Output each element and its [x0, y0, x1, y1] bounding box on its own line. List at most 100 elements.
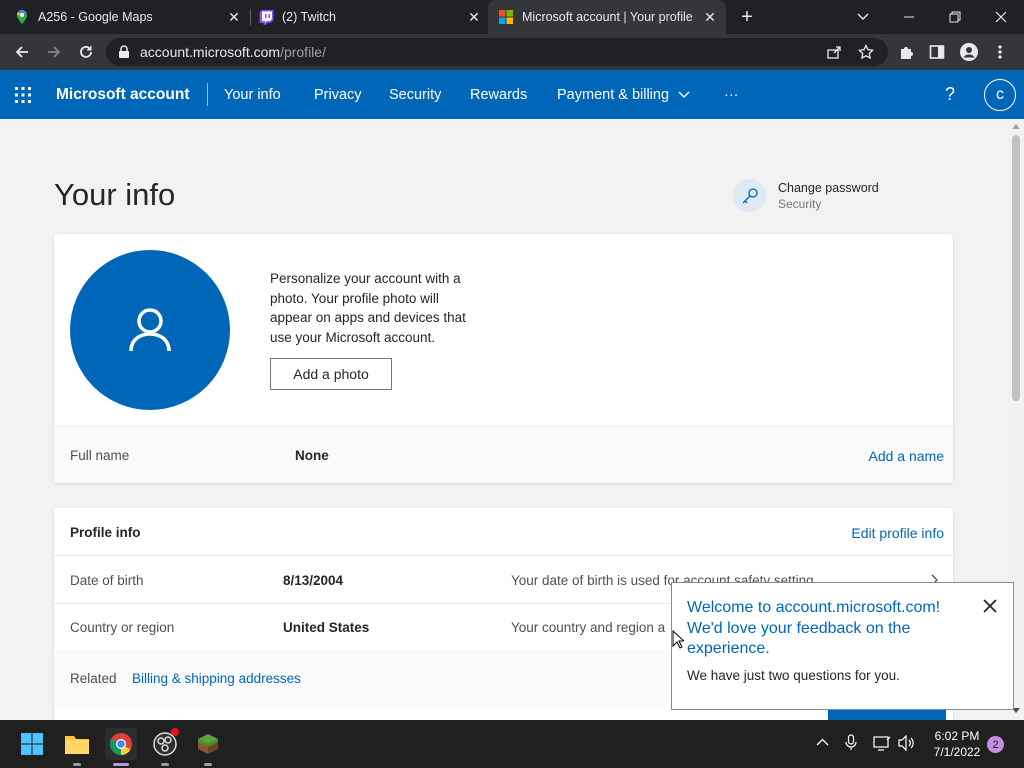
change-password-link[interactable]: Change password Security: [733, 179, 879, 212]
popup-body: We have just two questions for you.: [687, 668, 900, 683]
header-divider: [207, 83, 208, 106]
running-indicator: [161, 763, 169, 766]
minimize-icon: [904, 16, 914, 18]
page-title: Your info: [54, 177, 176, 212]
nav-security[interactable]: Security: [389, 70, 441, 119]
windows-taskbar: 6:02 PM 7/1/2022 2: [0, 720, 1024, 768]
tab-separator: [250, 9, 251, 25]
brand-link[interactable]: Microsoft account: [56, 70, 189, 119]
more-menu-button[interactable]: ···: [724, 70, 739, 119]
obs-taskbar-button[interactable]: [149, 728, 181, 760]
add-photo-button[interactable]: Add a photo: [270, 358, 392, 390]
tab-google-maps[interactable]: A256 - Google Maps ✕: [14, 0, 244, 34]
waffle-icon: [15, 86, 31, 103]
menu-button[interactable]: [986, 38, 1014, 66]
reload-button[interactable]: [72, 38, 100, 66]
share-icon[interactable]: [826, 44, 842, 60]
change-password-title: Change password: [778, 180, 879, 195]
clock[interactable]: 6:02 PM 7/1/2022: [930, 728, 984, 760]
clock-date: 7/1/2022: [933, 745, 981, 759]
file-explorer-button[interactable]: [61, 728, 93, 760]
full-name-value: None: [295, 448, 329, 463]
browser-toolbar: account.microsoft.com/profile/: [0, 34, 1024, 70]
related-label: Related: [70, 671, 117, 686]
photo-description: Personalize your account with a photo. Y…: [270, 271, 466, 345]
edit-profile-info-link[interactable]: Edit profile info: [851, 525, 944, 541]
profile-button[interactable]: [955, 38, 983, 66]
kebab-menu-icon: [998, 45, 1002, 59]
volume-icon[interactable]: [898, 735, 916, 751]
browser-tab-strip: A256 - Google Maps ✕ (2) Twitch ✕ Micros…: [0, 0, 1024, 34]
running-indicator: [73, 763, 81, 766]
tab-title: A256 - Google Maps: [38, 10, 153, 24]
extensions-button[interactable]: [892, 38, 920, 66]
side-panel-button[interactable]: [923, 38, 951, 66]
add-name-link[interactable]: Add a name: [869, 448, 945, 464]
side-panel-icon: [929, 45, 945, 59]
microphone-icon[interactable]: [845, 734, 857, 751]
minecraft-taskbar-button[interactable]: [192, 728, 224, 760]
back-button[interactable]: [8, 38, 36, 66]
scroll-up-icon[interactable]: [1012, 123, 1020, 129]
restore-icon: [949, 11, 961, 23]
reload-icon: [80, 46, 92, 58]
close-tab-icon[interactable]: ✕: [700, 9, 720, 26]
plus-icon: +: [741, 5, 753, 28]
twitch-icon: [259, 10, 274, 25]
restore-button[interactable]: [932, 0, 978, 34]
chrome-taskbar-button[interactable]: [105, 728, 137, 760]
nav-your-info[interactable]: Your info: [224, 70, 281, 119]
url-host: account.microsoft.com: [140, 44, 281, 60]
microsoft-account-header: Microsoft account Your info Privacy Secu…: [0, 70, 1024, 119]
close-icon: [995, 11, 1007, 23]
minecraft-grass-block-icon: [198, 734, 218, 754]
windows-logo-icon: [21, 733, 43, 755]
arrow-right-icon: [48, 46, 61, 58]
notification-badge[interactable]: 2: [987, 736, 1004, 753]
mouse-cursor-icon: [672, 630, 684, 649]
tab-twitch[interactable]: (2) Twitch ✕: [258, 0, 484, 34]
close-tab-icon[interactable]: ✕: [224, 9, 244, 26]
profile-info-title: Profile info: [70, 525, 141, 540]
scrollbar-thumb[interactable]: [1012, 135, 1020, 401]
help-button[interactable]: ?: [945, 70, 955, 119]
close-window-button[interactable]: [978, 0, 1024, 34]
feedback-button[interactable]: [828, 709, 946, 720]
popup-heading: Welcome to account.microsoft.com! We'd l…: [687, 599, 941, 657]
full-name-label: Full name: [70, 448, 130, 463]
url-path: /profile/: [280, 44, 326, 60]
key-icon: [733, 179, 766, 212]
dob-value: 8/13/2004: [283, 573, 344, 588]
google-maps-icon: [17, 10, 27, 24]
app-launcher-button[interactable]: [14, 70, 32, 119]
address-bar[interactable]: account.microsoft.com/profile/: [106, 38, 888, 66]
tab-search-button[interactable]: [840, 0, 886, 34]
close-tab-icon[interactable]: ✕: [464, 9, 484, 26]
nav-payment-billing[interactable]: Payment & billing: [557, 70, 690, 119]
feedback-popup: Welcome to account.microsoft.com! We'd l…: [671, 582, 1014, 710]
nav-rewards[interactable]: Rewards: [470, 70, 527, 119]
person-icon: [129, 308, 171, 352]
new-tab-button[interactable]: +: [726, 0, 768, 34]
bookmark-star-icon[interactable]: [858, 44, 874, 60]
forward-button[interactable]: [40, 38, 68, 66]
close-icon[interactable]: [983, 599, 997, 613]
minimize-button[interactable]: [886, 0, 932, 34]
tab-title: (2) Twitch: [282, 10, 336, 24]
network-icon[interactable]: [873, 735, 891, 751]
billing-shipping-link[interactable]: Billing & shipping addresses: [132, 671, 301, 686]
folder-icon: [65, 736, 89, 754]
avatar[interactable]: [70, 250, 230, 410]
nav-privacy[interactable]: Privacy: [314, 70, 362, 119]
start-button[interactable]: [16, 728, 48, 760]
tab-microsoft-account[interactable]: Microsoft account | Your profile ✕: [488, 0, 726, 34]
clock-time: 6:02 PM: [934, 729, 980, 743]
account-avatar-button[interactable]: c: [984, 79, 1016, 111]
puzzle-icon: [901, 47, 913, 59]
chevron-up-icon[interactable]: [816, 738, 829, 746]
person-icon: [960, 43, 978, 61]
lock-icon: [119, 45, 129, 58]
active-indicator: [113, 763, 129, 766]
tab-title: Microsoft account | Your profile: [522, 10, 693, 24]
country-label: Country or region: [70, 620, 175, 635]
